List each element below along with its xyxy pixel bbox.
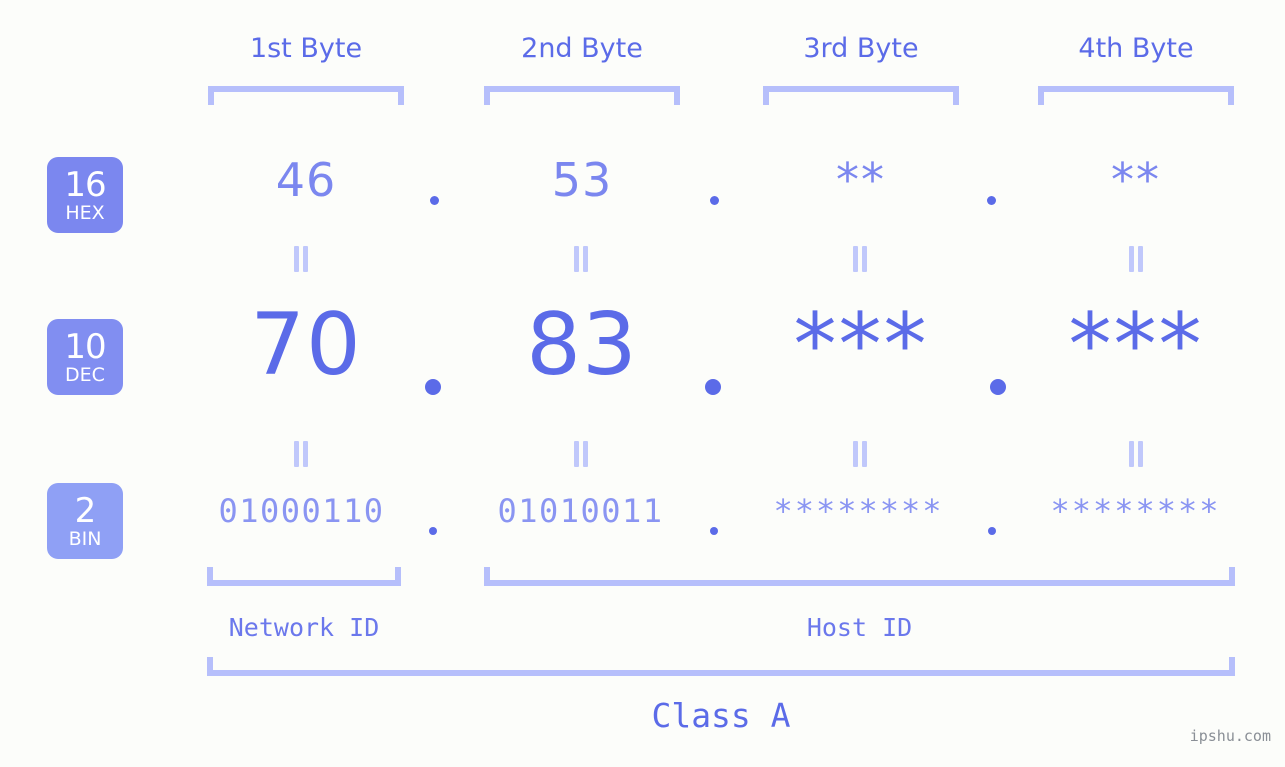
dec-dot-separator-1 (425, 379, 441, 395)
bin-dot-separator-3 (988, 527, 996, 535)
base-badge-bin: 2 BIN (47, 483, 123, 559)
equality-mark-dec-bin-1 (293, 441, 309, 467)
byte-header-4: 4th Byte (1078, 33, 1194, 64)
byte-bracket-3 (763, 86, 959, 105)
hex-value-byte-3: ** (836, 153, 886, 207)
bin-value-byte-1: 01000110 (218, 492, 385, 530)
base-badge-bin-number: 2 (74, 490, 97, 531)
byte-header-1: 1st Byte (249, 33, 363, 64)
class-bracket (207, 657, 1235, 676)
bin-value-byte-2: 01010011 (497, 492, 664, 530)
byte-header-3: 3rd Byte (803, 33, 919, 64)
hex-value-byte-4: ** (1111, 153, 1161, 207)
equality-mark-dec-bin-3 (852, 441, 868, 467)
class-label: Class A (651, 696, 791, 735)
ip-address-breakdown-diagram: 1st Byte 2nd Byte 3rd Byte 4th Byte 16 H… (0, 0, 1285, 767)
byte-bracket-4 (1038, 86, 1234, 105)
bin-dot-separator-1 (429, 527, 437, 535)
host-id-bracket (484, 567, 1235, 586)
dec-value-byte-3: *** (793, 295, 929, 395)
base-badge-bin-name: BIN (68, 527, 102, 550)
equality-mark-hex-dec-4 (1128, 246, 1144, 272)
network-id-label: Network ID (228, 613, 380, 642)
dec-value-byte-2: 83 (526, 295, 638, 395)
base-badge-hex: 16 HEX (47, 157, 123, 233)
byte-bracket-2 (484, 86, 680, 105)
bin-value-byte-4: ******** (1050, 492, 1221, 530)
equality-mark-hex-dec-1 (293, 246, 309, 272)
hex-dot-separator-1 (430, 196, 439, 205)
dec-dot-separator-2 (705, 379, 721, 395)
hex-dot-separator-3 (987, 196, 996, 205)
dec-dot-separator-3 (990, 379, 1006, 395)
equality-mark-hex-dec-2 (573, 246, 589, 272)
base-badge-hex-name: HEX (65, 201, 105, 224)
equality-mark-hex-dec-3 (852, 246, 868, 272)
byte-header-2: 2nd Byte (521, 33, 643, 64)
equality-mark-dec-bin-2 (573, 441, 589, 467)
hex-value-byte-1: 46 (275, 153, 337, 207)
dec-value-byte-1: 70 (250, 295, 362, 395)
bin-value-byte-3: ******** (773, 492, 944, 530)
dec-value-byte-4: *** (1068, 295, 1204, 395)
byte-bracket-1 (208, 86, 404, 105)
base-badge-dec-name: DEC (65, 363, 105, 386)
hex-dot-separator-2 (710, 196, 719, 205)
equality-mark-dec-bin-4 (1128, 441, 1144, 467)
base-badge-dec-number: 10 (64, 326, 106, 367)
bin-dot-separator-2 (710, 527, 718, 535)
host-id-label: Host ID (806, 613, 913, 642)
network-id-bracket (207, 567, 401, 586)
hex-value-byte-2: 53 (551, 153, 613, 207)
base-badge-hex-number: 16 (64, 164, 106, 205)
site-watermark: ipshu.com (1189, 727, 1271, 745)
base-badge-dec: 10 DEC (47, 319, 123, 395)
